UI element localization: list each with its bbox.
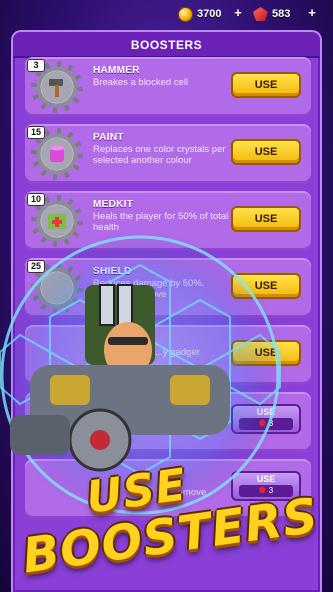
shield-icon [41,272,73,304]
booster-name: HAMMER [93,65,140,76]
hammer-icon [41,71,73,103]
buy-label: USE [256,407,276,417]
use-paint-button[interactable]: USE [231,139,301,165]
booster-card-locked: USE 3 [25,392,311,452]
gem-icon [253,7,268,21]
add-gems-button[interactable]: + [306,6,318,19]
booster-description: Reduces damage by 50%. ...ponent to ...o… [93,278,205,300]
panel-header: BOOSTERS [13,32,320,58]
booster-count: 25 [27,260,46,273]
booster-description: Breakes a blocked cell [93,77,189,88]
buy-booster-button[interactable]: USE 3 [231,404,301,434]
currency-bar: 3700 + 583 + [0,0,333,30]
use-hammer-button[interactable]: USE [231,72,301,98]
booster-card-hammer: 3 HAMMER Breakes a blocked cell USE [25,57,311,117]
booster-count: 3 [27,59,45,72]
use-medkit-button[interactable]: USE [231,206,301,232]
gem-count: 583 [272,8,291,20]
medkit-icon [41,205,73,237]
gem-icon [258,419,266,426]
add-coins-button[interactable]: + [232,6,244,19]
booster-name: PAINT [93,132,124,143]
booster-count: 10 [27,193,46,206]
booster-name: SHIELD [93,266,132,277]
panel-title: BOOSTERS [130,38,203,52]
gem-balance: 583 [253,6,290,22]
use-gadget-button[interactable]: USE [231,340,301,366]
booster-count: 15 [27,126,46,139]
booster-card-gadget: ...y gadget USE [25,325,311,385]
booster-description: Replaces one color crystals per selected… [93,144,226,166]
coin-balance: 3700 [178,6,221,22]
booster-description: Heals the player for 50% of total health [93,211,229,233]
coin-count: 3700 [197,8,222,20]
paint-bucket-icon [41,138,73,170]
booster-card-paint: 15 PAINT Replaces one color crystals per… [25,124,311,184]
booster-card-shield: 25 SHIELD Reduces damage by 50%. ...pone… [25,258,311,318]
booster-card-medkit: 10 MEDKIT Heals the player for 50% of to… [25,191,311,251]
booster-name: MEDKIT [93,199,134,210]
coin-icon [178,6,193,22]
use-shield-button[interactable]: USE [231,273,301,299]
buy-price: 3 [239,418,293,430]
